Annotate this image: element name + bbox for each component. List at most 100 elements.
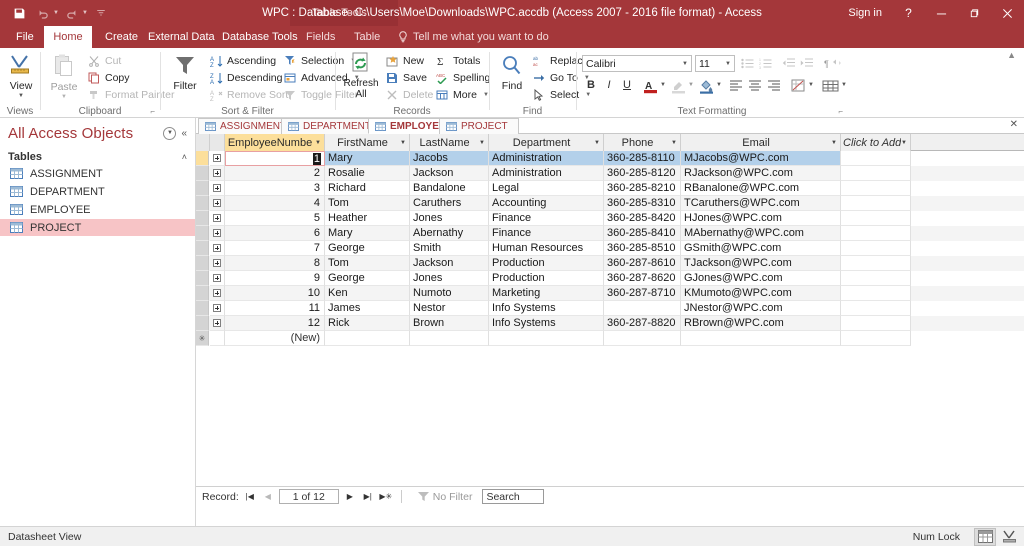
spelling-button[interactable]: ABC Spelling xyxy=(435,71,490,85)
minimize-icon[interactable] xyxy=(925,0,958,26)
cell-email[interactable]: RJackson@WPC.com xyxy=(681,166,841,181)
text-direction-button[interactable]: ¶ xyxy=(822,55,844,71)
table-row[interactable]: 3 Richard Bandalone Legal 360-285-8210 R… xyxy=(196,181,1024,196)
row-selector[interactable] xyxy=(196,196,209,211)
customize-qat-icon[interactable] xyxy=(90,2,112,24)
collapse-ribbon-button[interactable]: ▲ xyxy=(1007,50,1016,60)
table-row[interactable]: 5 Heather Jones Finance 360-285-8420 HJo… xyxy=(196,211,1024,226)
column-header-employeenumber[interactable]: EmployeeNumbe ▼ xyxy=(225,134,325,151)
expand-row-button[interactable] xyxy=(210,241,225,256)
italic-button[interactable]: I xyxy=(601,77,617,93)
cell-firstname[interactable]: Tom xyxy=(325,196,410,211)
cell-add-new[interactable] xyxy=(841,286,911,301)
save-icon[interactable] xyxy=(8,2,30,24)
cell-department[interactable]: Administration xyxy=(489,151,604,166)
sort-descending-button[interactable]: ZA Descending xyxy=(209,71,283,85)
table-row[interactable]: 11 James Nestor Info Systems JNestor@WPC… xyxy=(196,301,1024,316)
cell-email[interactable]: TJackson@WPC.com xyxy=(681,256,841,271)
design-view-button[interactable] xyxy=(998,528,1020,546)
first-record-button[interactable]: |◀ xyxy=(243,490,257,504)
cell-employeenumber[interactable]: 10 xyxy=(225,286,325,301)
cell-lastname[interactable]: Jackson xyxy=(410,166,489,181)
text-formatting-dialog-launcher[interactable]: ⌐ xyxy=(838,107,843,116)
sort-ascending-button[interactable]: AZ Ascending xyxy=(209,54,277,68)
cell-firstname[interactable]: George xyxy=(325,271,410,286)
clipboard-dialog-launcher[interactable]: ⌐ xyxy=(150,107,155,116)
align-center-button[interactable] xyxy=(746,77,764,93)
cell-employeenumber[interactable]: 8 xyxy=(225,256,325,271)
chevron-down-icon[interactable]: ▼ xyxy=(479,140,488,146)
new-record-row[interactable]: ✳ (New) xyxy=(196,331,1024,346)
chevron-down-icon[interactable]: ▼ xyxy=(61,94,67,100)
nav-item-employee[interactable]: EMPLOYEE xyxy=(0,201,195,218)
cell-phone-new[interactable] xyxy=(604,331,681,346)
expand-row-button[interactable] xyxy=(210,301,225,316)
ribbon-tab-table[interactable]: Table xyxy=(344,26,390,48)
new-record-button[interactable]: New xyxy=(385,54,424,68)
expand-row-button[interactable] xyxy=(210,316,225,331)
cell-department[interactable]: Info Systems xyxy=(489,316,604,331)
cell-email[interactable]: RBrown@WPC.com xyxy=(681,316,841,331)
close-object-icon[interactable]: ✕ xyxy=(1010,119,1018,130)
cell-add-new[interactable] xyxy=(841,271,911,286)
ribbon-tab-database-tools[interactable]: Database Tools xyxy=(212,26,308,48)
highlight-button[interactable] xyxy=(669,77,687,94)
cell-lastname[interactable]: Jackson xyxy=(410,256,489,271)
row-selector[interactable] xyxy=(196,151,209,166)
cell-email[interactable]: GSmith@WPC.com xyxy=(681,241,841,256)
numbering-button[interactable]: 123 xyxy=(757,55,773,71)
cell-department-new[interactable] xyxy=(489,331,604,346)
save-record-button[interactable]: Save xyxy=(385,71,427,85)
cell-department[interactable]: Administration xyxy=(489,166,604,181)
datasheet-format-dropdown-icon[interactable]: ▼ xyxy=(808,82,814,88)
cell-phone[interactable] xyxy=(604,301,681,316)
previous-record-button[interactable]: ◀ xyxy=(261,490,275,504)
nav-item-project[interactable]: PROJECT xyxy=(0,219,195,236)
cell-phone[interactable]: 360-285-8110 xyxy=(604,151,681,166)
table-row[interactable]: 12 Rick Brown Info Systems 360-287-8820 … xyxy=(196,316,1024,331)
align-left-button[interactable] xyxy=(727,77,745,93)
search-input[interactable]: Search xyxy=(482,489,545,504)
undo-dropdown-icon[interactable]: ▼ xyxy=(53,10,59,16)
totals-button[interactable]: Σ Totals xyxy=(435,54,480,68)
cell-add-new[interactable] xyxy=(841,241,911,256)
cell-lastname[interactable]: Nestor xyxy=(410,301,489,316)
cell-email[interactable]: GJones@WPC.com xyxy=(681,271,841,286)
chevron-down-icon[interactable]: ▼ xyxy=(315,140,324,146)
cell-employeenumber[interactable]: 9 xyxy=(225,271,325,286)
cell-phone[interactable]: 360-285-8420 xyxy=(604,211,681,226)
underline-button[interactable]: U xyxy=(619,77,635,93)
undo-icon[interactable] xyxy=(32,2,54,24)
font-size-combo[interactable]: 11 ▼ xyxy=(695,55,735,72)
table-row[interactable]: 9 George Jones Production 360-287-8620 G… xyxy=(196,271,1024,286)
cell-employeenumber[interactable]: 5 xyxy=(225,211,325,226)
chevron-down-icon[interactable]: ▼ xyxy=(831,140,840,146)
cell-employeenumber[interactable]: 11 xyxy=(225,301,325,316)
background-color-button[interactable] xyxy=(697,77,715,94)
chevron-down-icon[interactable]: ▼ xyxy=(18,93,24,99)
chevron-down-icon[interactable]: ▼ xyxy=(682,61,688,67)
chevron-up-icon[interactable]: ˄ xyxy=(182,152,187,162)
redo-icon[interactable] xyxy=(61,2,83,24)
font-name-combo[interactable]: Calibri ▼ xyxy=(582,55,692,72)
expand-row-button[interactable] xyxy=(210,196,225,211)
cell-phone[interactable]: 360-285-8310 xyxy=(604,196,681,211)
chevron-down-icon[interactable]: ▼ xyxy=(594,140,603,146)
cell-add-new[interactable] xyxy=(841,331,911,346)
chevron-down-icon[interactable]: ▼ xyxy=(725,61,731,67)
increase-indent-button[interactable] xyxy=(798,55,814,71)
expand-row-button[interactable] xyxy=(210,226,225,241)
paste-button[interactable]: Paste ▼ xyxy=(47,53,81,100)
column-header-department[interactable]: Department ▼ xyxy=(489,134,604,151)
table-row[interactable]: 6 Mary Abernathy Finance 360-285-8410 MA… xyxy=(196,226,1024,241)
last-record-button[interactable]: ▶| xyxy=(361,490,375,504)
cell-employeenumber[interactable]: 6 xyxy=(225,226,325,241)
table-row[interactable]: 4 Tom Caruthers Accounting 360-285-8310 … xyxy=(196,196,1024,211)
font-color-dropdown-icon[interactable]: ▼ xyxy=(660,82,666,88)
collapse-nav-pane-icon[interactable]: « xyxy=(181,128,187,139)
cell-email[interactable]: MJacobs@WPC.com xyxy=(681,151,841,166)
bold-button[interactable]: B xyxy=(583,77,599,93)
ribbon-tab-fields[interactable]: Fields xyxy=(296,26,345,48)
column-header-phone[interactable]: Phone ▼ xyxy=(604,134,681,151)
cell-employeenumber[interactable]: 2 xyxy=(225,166,325,181)
